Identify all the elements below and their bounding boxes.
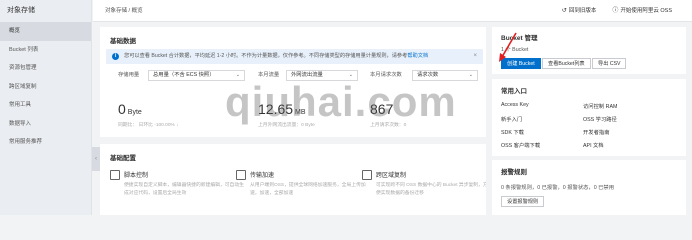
feature-script-control[interactable]: 脚本控制 便捷实现自定义脚本，编辑器快捷的新建编辑，可自动生成对应代码，设置后全… — [110, 170, 244, 215]
export-csv-button[interactable]: 导出 CSV — [592, 58, 627, 69]
basic-data-title: 基础数据 — [110, 38, 136, 45]
info-icon: i — [112, 53, 119, 60]
sidebar-item-bucket-list[interactable]: Bucket 列表 — [0, 41, 91, 60]
close-icon[interactable]: × — [473, 49, 477, 64]
sidebar-title: 对象存储 — [7, 7, 35, 14]
sidebar-item-recommended[interactable]: 常用服务推荐 — [0, 133, 91, 152]
sidebar-item-data-import[interactable]: 数据导入 — [0, 115, 91, 134]
sidebar-item-overview[interactable]: 概览 — [0, 22, 91, 41]
question-icon: ⓘ — [612, 8, 619, 14]
create-bucket-button[interactable]: 创建 Bucket — [501, 58, 541, 69]
sidebar-item-resource-packages[interactable]: 资源包管理 — [0, 59, 91, 78]
script-icon — [110, 170, 120, 180]
common-entry-card: 常用入口 Access Key 访问控制 RAM 新手入门 OSS 学习路径 S… — [492, 79, 686, 156]
back-to-old-version-link[interactable]: ↺ 回到旧版本 — [562, 0, 597, 22]
developer-guide-link[interactable]: 开发者指南 — [583, 128, 610, 136]
breadcrumb: 对象存储 / 概览 — [105, 8, 143, 14]
sidebar: 对象存储 概览 Bucket 列表 资源包管理 跨区域复制 常用工具 数据导入 … — [0, 0, 92, 215]
storage-usage-value: 0 Byte — [118, 101, 142, 117]
bucket-management-card: Bucket 管理 1 个 Bucket 创建 Bucket 查看Bucket列… — [492, 27, 686, 74]
sidebar-item-cross-region[interactable]: 跨区域复制 — [0, 78, 91, 97]
alert-rules-card: 报警规则 0 条报警规则，0 已报警，0 报警状态，0 已禁用 设置报警规则 — [492, 160, 686, 215]
ram-link[interactable]: 访问控制 RAM — [583, 102, 617, 110]
info-notice: i 您可以查看 Bucket 合计数据，平均延迟 1-2 小时。不作为计量数据，… — [106, 49, 483, 64]
api-doc-link[interactable]: API 文档 — [583, 141, 604, 149]
alert-summary: 0 条报警规则，0 已报警，0 报警状态，0 已禁用 — [501, 185, 615, 191]
access-key-link[interactable]: Access Key — [501, 102, 529, 108]
sidebar-collapse-handle[interactable]: ‹ — [92, 147, 100, 171]
set-alert-rules-button[interactable]: 设置报警规则 — [501, 196, 545, 207]
client-download-link[interactable]: OSS 客户端下载 — [501, 141, 540, 149]
chevron-down-icon: ⌄ — [468, 72, 473, 78]
storage-filter-label: 存储用量 — [118, 72, 140, 78]
feature-cross-region-replication[interactable]: 跨区域复制 可实现跨不同 OSS 数据中心的 Bucket 异步复制，方便实现数… — [362, 170, 486, 215]
learning-path-link[interactable]: OSS 学习路径 — [583, 115, 617, 123]
getting-started-entry-link[interactable]: 新手入门 — [501, 115, 522, 123]
sdk-download-link[interactable]: SDK 下载 — [501, 128, 524, 136]
getting-started-link[interactable]: ⓘ 开始使用阿里云 OSS — [612, 0, 672, 22]
watermark: qiuhai.com — [225, 78, 457, 125]
bucket-count: 1 个 Bucket — [501, 47, 529, 53]
storage-usage-compare: 同期比： 日环比 -100.00% ↓ — [118, 123, 179, 128]
cross-region-icon — [362, 170, 372, 180]
chevron-left-icon: ‹ — [95, 156, 97, 162]
alert-rules-title: 报警规则 — [501, 169, 527, 176]
topbar: 对象存储 / 概览 ↺ 回到旧版本 ⓘ 开始使用阿里云 OSS — [93, 0, 692, 22]
help-doc-link[interactable]: 帮助文档 — [407, 53, 428, 59]
transfer-icon — [236, 170, 246, 180]
basic-config-panel: 基础配置 脚本控制 便捷实现自定义脚本，编辑器快捷的新建编辑，可自动生成对应代码… — [100, 144, 486, 215]
common-entry-title: 常用入口 — [501, 88, 527, 95]
view-bucket-list-button[interactable]: 查看Bucket列表 — [542, 58, 591, 69]
feature-transfer-acceleration[interactable]: 传输加速 从用户端到OSS，提供全球网络加速服务，全局上传加速，加速，全部加速 — [236, 170, 366, 215]
bucket-management-title: Bucket 管理 — [501, 35, 538, 42]
sidebar-item-tools[interactable]: 常用工具 — [0, 96, 91, 115]
basic-config-title: 基础配置 — [110, 155, 136, 162]
retry-icon: ↺ — [561, 8, 567, 14]
